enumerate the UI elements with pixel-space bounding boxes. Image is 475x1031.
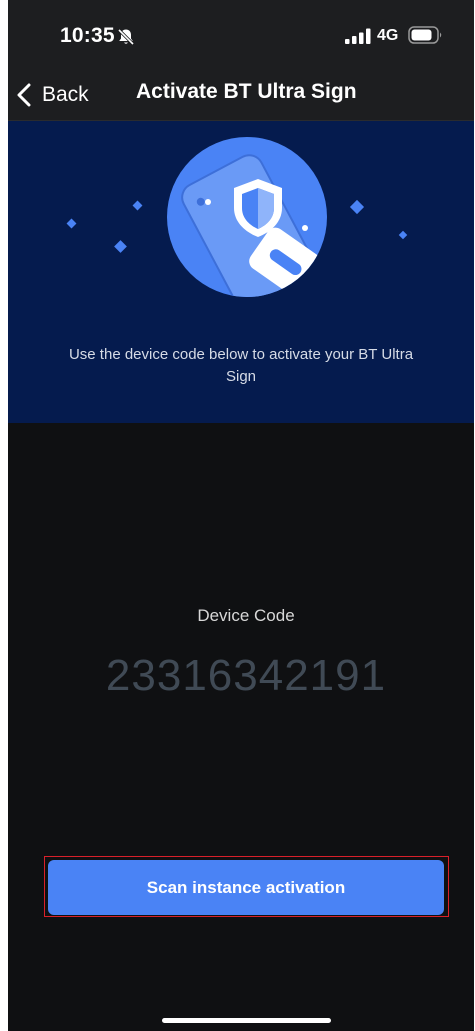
back-button[interactable]: Back [16, 76, 89, 114]
hero-banner: Use the device code below to activate yo… [8, 121, 474, 423]
shield-phone-illustration [66, 137, 408, 297]
chevron-left-icon [17, 83, 31, 107]
battery-icon [408, 26, 442, 44]
activation-instruction: Use the device code below to activate yo… [68, 346, 414, 385]
scan-instance-activation-button[interactable]: Scan instance activation [48, 860, 444, 915]
back-label: Back [42, 83, 89, 106]
bell-slash-icon [117, 28, 135, 46]
app-screen: 10:35 4G Back Activate BT Ultra Sign Use… [8, 0, 474, 1031]
device-code-label: Device Code [197, 606, 295, 625]
network-label: 4G [377, 27, 399, 44]
status-bar: 10:35 4G [8, 0, 474, 70]
page-title: Activate BT Ultra Sign [136, 80, 357, 103]
navigation-bar: Back Activate BT Ultra Sign [8, 70, 474, 121]
signal-icon [345, 28, 371, 44]
home-indicator [162, 1018, 331, 1023]
device-code-value: 23316342191 [105, 651, 387, 700]
status-time: 10:35 [60, 24, 115, 47]
